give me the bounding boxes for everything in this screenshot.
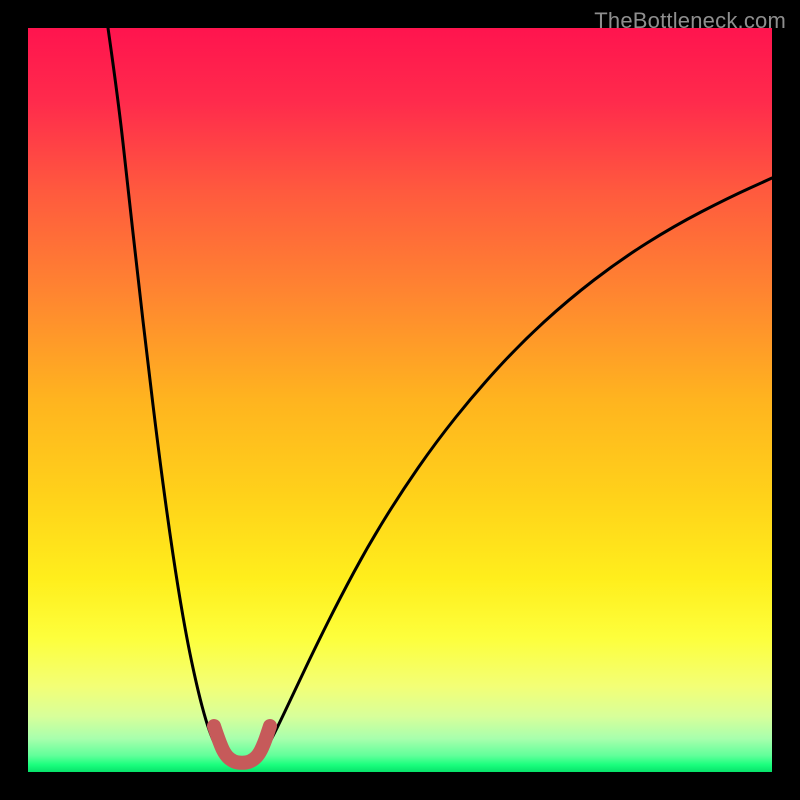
curves-layer xyxy=(28,28,772,772)
chart-frame: TheBottleneck.com xyxy=(0,0,800,800)
series-valley-marker xyxy=(214,726,270,763)
watermark-text: TheBottleneck.com xyxy=(594,8,786,34)
series-left-branch xyxy=(108,28,224,758)
plot-area xyxy=(28,28,772,772)
series-right-branch xyxy=(260,178,772,758)
